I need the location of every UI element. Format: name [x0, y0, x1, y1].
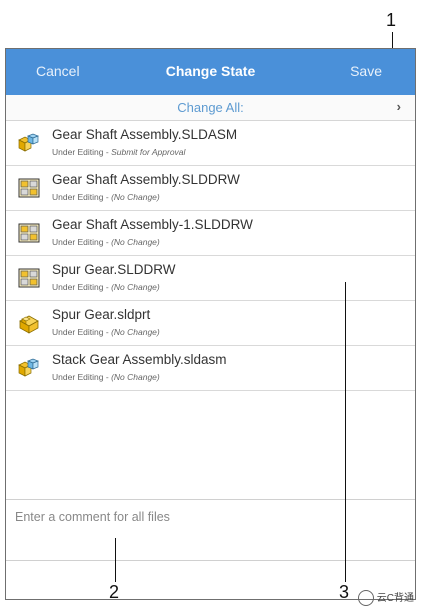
callout-number-2: 2 — [109, 582, 120, 602]
file-name: Gear Shaft Assembly-1.SLDDRW — [52, 217, 253, 232]
state-change: (No Change) — [111, 282, 160, 292]
file-status: Under Editing - (No Change) — [52, 282, 160, 292]
chevron-right-icon[interactable]: › — [397, 99, 401, 114]
file-name: Stack Gear Assembly.sldasm — [52, 352, 227, 367]
file-name: Gear Shaft Assembly.SLDASM — [52, 127, 238, 142]
drawing-icon — [17, 176, 41, 200]
file-name: Gear Shaft Assembly.SLDDRW — [52, 172, 240, 187]
file-status: Under Editing - (No Change) — [52, 237, 160, 247]
file-row[interactable]: Gear Shaft Assembly.SLDASM Under Editing… — [6, 121, 415, 166]
watermark: 云C背通 — [357, 589, 414, 606]
assembly-icon — [17, 131, 41, 155]
file-row[interactable]: Spur Gear.sldprt Under Editing - (No Cha… — [6, 301, 415, 346]
wechat-icon — [357, 590, 374, 606]
callout-number-3: 3 — [339, 582, 350, 602]
file-status: Under Editing - Submit for Approval — [52, 147, 186, 157]
state-change: (No Change) — [111, 237, 160, 247]
drawing-icon — [17, 221, 41, 245]
state-change: Submit for Approval — [111, 147, 186, 157]
state-change: (No Change) — [111, 327, 160, 337]
comment-placeholder: Enter a comment for all files — [15, 510, 170, 524]
file-row[interactable]: Spur Gear.SLDDRW Under Editing - (No Cha… — [6, 256, 415, 301]
callout-number-1: 1 — [386, 10, 397, 30]
file-row[interactable]: Gear Shaft Assembly-1.SLDDRW Under Editi… — [6, 211, 415, 256]
header-bar: Cancel Change State Save — [6, 49, 415, 95]
file-status: Under Editing - (No Change) — [52, 192, 160, 202]
assembly-icon — [17, 356, 41, 380]
file-status: Under Editing - (No Change) — [52, 372, 160, 382]
part-icon — [17, 311, 41, 335]
state-change: (No Change) — [111, 192, 160, 202]
file-status: Under Editing - (No Change) — [52, 327, 160, 337]
callout-line-3 — [345, 282, 346, 582]
comment-field[interactable]: Enter a comment for all files — [6, 499, 415, 561]
drawing-icon — [17, 266, 41, 290]
callout-line-2 — [115, 538, 116, 582]
file-name: Spur Gear.SLDDRW — [52, 262, 176, 277]
file-row[interactable]: Stack Gear Assembly.sldasm Under Editing… — [6, 346, 415, 391]
save-button[interactable]: Save — [350, 63, 382, 79]
change-state-dialog: Cancel Change State Save Change All: › G… — [5, 48, 416, 600]
file-name: Spur Gear.sldprt — [52, 307, 151, 322]
file-row[interactable]: Gear Shaft Assembly.SLDDRW Under Editing… — [6, 166, 415, 211]
change-all-row[interactable]: Change All: › — [6, 95, 415, 121]
state-change: (No Change) — [111, 372, 160, 382]
file-list: Gear Shaft Assembly.SLDASM Under Editing… — [6, 121, 415, 391]
change-all-label: Change All: — [177, 100, 244, 115]
